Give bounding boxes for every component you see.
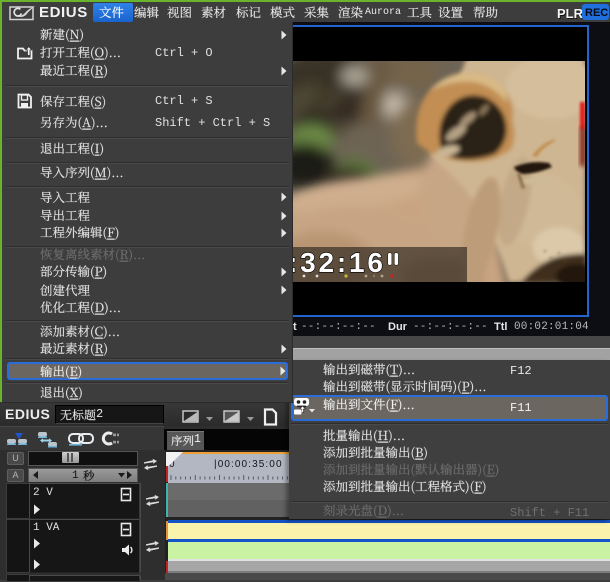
svg-text::32:16: :32:16: [293, 247, 383, 278]
